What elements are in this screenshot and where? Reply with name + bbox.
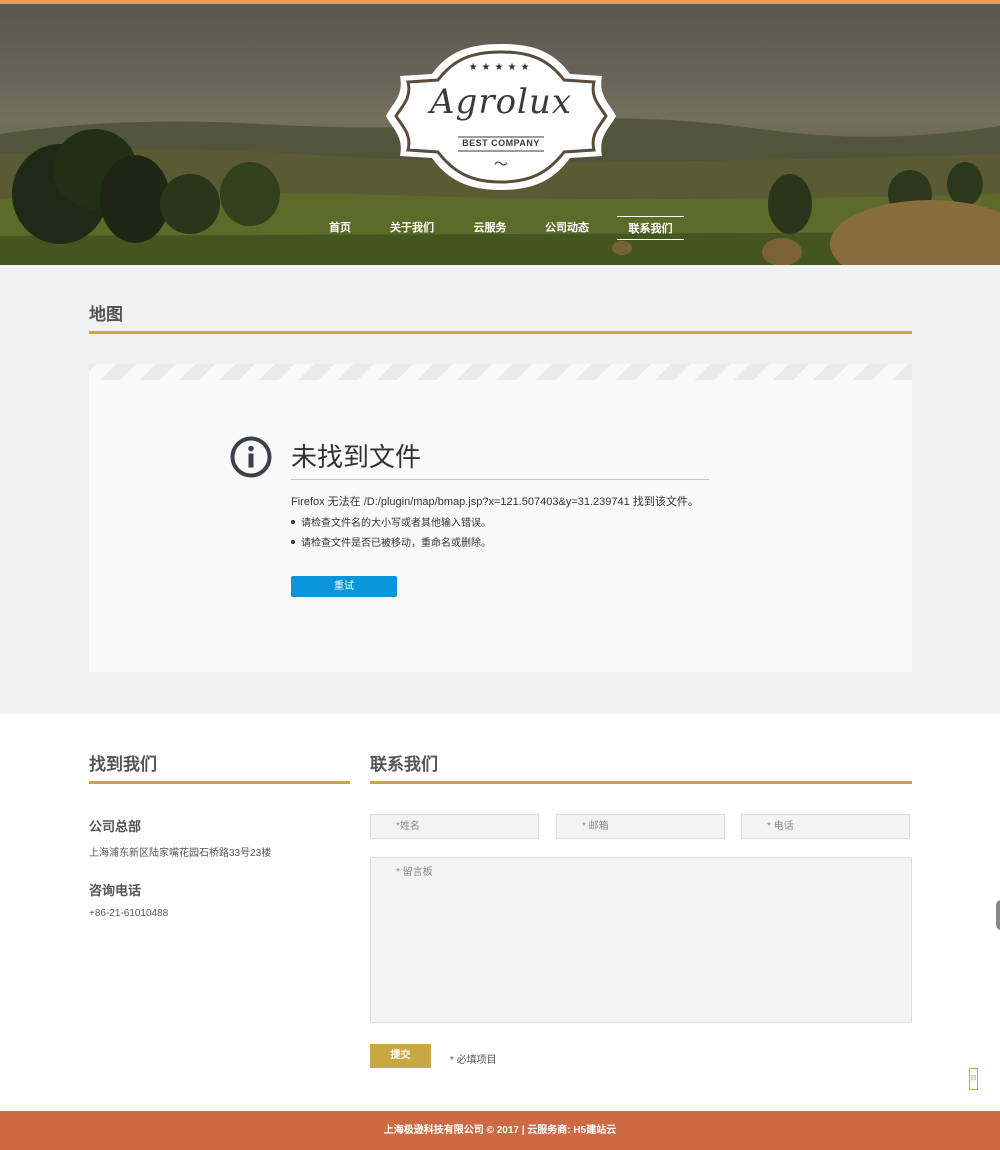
phone-input[interactable]: * 电话 bbox=[741, 814, 910, 839]
nav-item-contact[interactable]: 联系我们 bbox=[617, 216, 684, 240]
message-textarea[interactable]: * 留言板 bbox=[370, 857, 912, 1023]
email-input[interactable]: * 邮箱 bbox=[556, 814, 725, 839]
nav-item-cloud-service[interactable]: 云服务 bbox=[466, 216, 514, 240]
map-title-divider bbox=[89, 331, 912, 334]
error-tip-text: 请检查文件是否已被移动，重命名或删除。 bbox=[301, 538, 491, 549]
error-title: 未找到文件 bbox=[291, 442, 422, 472]
company-logo[interactable]: ★★★★★ Agrolux BEST COMPANY 〜 bbox=[384, 40, 618, 194]
logo-stars: ★★★★★ bbox=[468, 62, 534, 73]
hq-address: 上海浦东新区陆家嘴花园石桥路33号23楼 bbox=[89, 848, 272, 859]
map-section-title: 地图 bbox=[89, 305, 123, 324]
nav-item-about[interactable]: 关于我们 bbox=[384, 216, 440, 240]
phone-label: 咨询电话 bbox=[89, 883, 142, 898]
error-tips-list: 请检查文件名的大小写或者其他输入错误。 请检查文件是否已被移动，重命名或删除。 bbox=[291, 517, 491, 557]
required-note: * 必填项目 bbox=[450, 1055, 497, 1066]
find-us-title: 找到我们 bbox=[89, 755, 157, 774]
hq-label: 公司总部 bbox=[89, 819, 142, 834]
logo-brand-name: Agrolux bbox=[430, 82, 572, 122]
main-nav: 首页 关于我们 云服务 公司动态 联系我们 bbox=[0, 216, 1000, 240]
retry-button[interactable]: 重试 bbox=[291, 576, 397, 597]
info-icon bbox=[230, 436, 272, 478]
error-stripes bbox=[89, 364, 912, 380]
error-tip-text: 请检查文件名的大小写或者其他输入错误。 bbox=[301, 518, 491, 529]
error-tip: 请检查文件名的大小写或者其他输入错误。 bbox=[291, 517, 491, 537]
nav-item-news[interactable]: 公司动态 bbox=[539, 216, 595, 240]
contact-form-divider bbox=[370, 781, 912, 784]
submit-button[interactable]: 提交 bbox=[370, 1044, 431, 1068]
map-frame-error-page: 未找到文件 Firefox 无法在 /D:/plugin/map/bmap.js… bbox=[89, 364, 912, 672]
map-section: 地图 未找到文件 Firefox 无法在 /D:/plugin/map/bmap… bbox=[0, 265, 1000, 714]
error-tip: 请检查文件是否已被移动，重命名或删除。 bbox=[291, 537, 491, 557]
contact-form-title: 联系我们 bbox=[370, 755, 438, 774]
find-us-divider bbox=[89, 781, 350, 784]
contact-section: 找到我们 公司总部 上海浦东新区陆家嘴花园石桥路33号23楼 咨询电话 +86-… bbox=[0, 714, 1000, 1111]
hero-banner: ★★★★★ Agrolux BEST COMPANY 〜 首页 关于我们 云服务… bbox=[0, 4, 1000, 265]
logo-tagline: BEST COMPANY bbox=[462, 138, 540, 148]
footer-copyright: 上海极逊科技有限公司 © 2017 | 云服务商: H5建站云 bbox=[0, 1111, 1000, 1150]
side-scroll-knob[interactable] bbox=[996, 900, 1000, 930]
nav-item-home[interactable]: 首页 bbox=[320, 216, 360, 240]
error-divider bbox=[291, 479, 709, 480]
name-input[interactable]: *姓名 bbox=[370, 814, 539, 839]
phone-number: +86-21-61010488 bbox=[89, 908, 169, 919]
bullet-icon bbox=[291, 520, 295, 525]
error-message: Firefox 无法在 /D:/plugin/map/bmap.jsp?x=12… bbox=[291, 496, 699, 508]
bullet-icon bbox=[291, 540, 295, 545]
back-to-top-tab[interactable]: 回 bbox=[969, 1068, 978, 1090]
logo-flourish: 〜 bbox=[494, 156, 508, 172]
